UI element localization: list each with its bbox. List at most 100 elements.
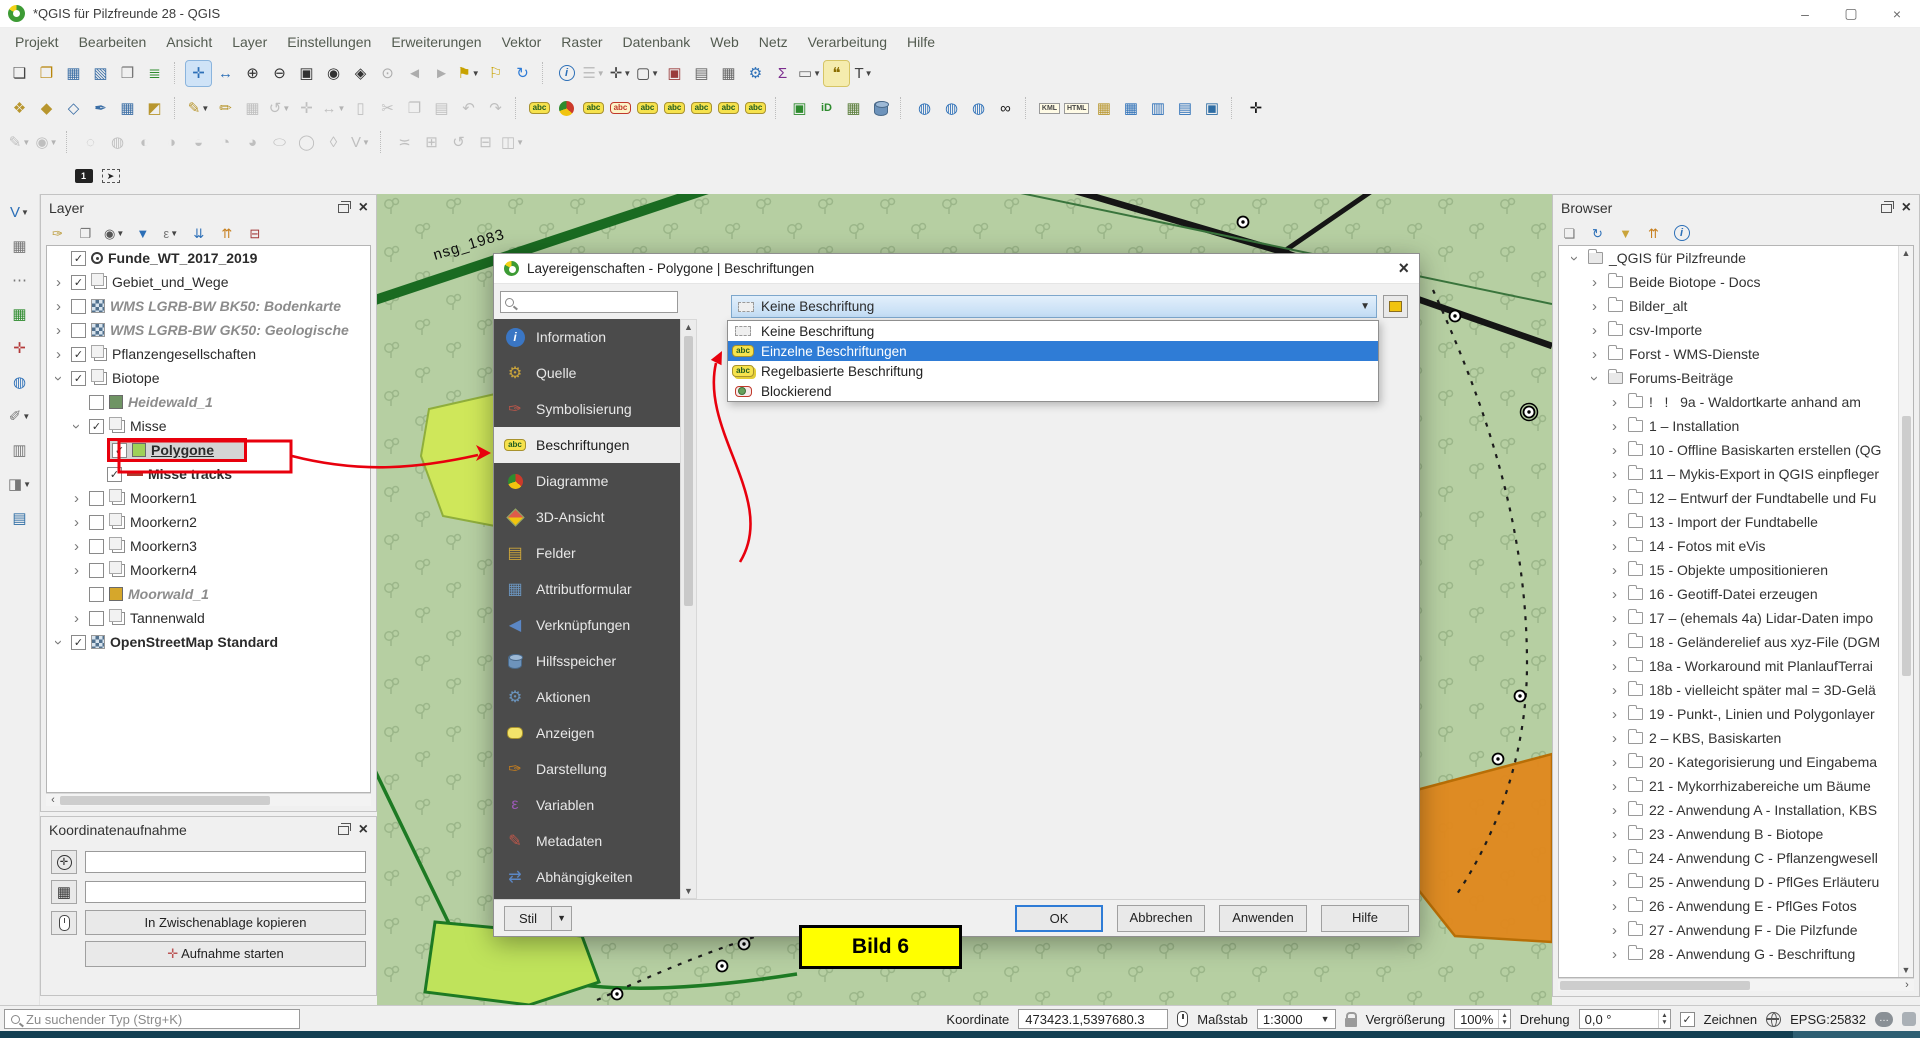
dropdown-option-einzelne-beschriftungen[interactable]: abcEinzelne Beschriftungen bbox=[728, 341, 1378, 361]
dropdown-option-keine-beschriftung[interactable]: Keine Beschriftung bbox=[728, 321, 1378, 341]
expander-icon[interactable]: › bbox=[69, 610, 84, 627]
expander-icon[interactable]: › bbox=[1607, 634, 1622, 651]
crs-selector-button[interactable]: ✛ bbox=[51, 850, 77, 874]
expander-icon[interactable]: › bbox=[1607, 922, 1622, 939]
expander-icon[interactable]: › bbox=[50, 635, 67, 650]
save-project-as-icon[interactable]: ▧ bbox=[88, 61, 113, 86]
menu-web[interactable]: Web bbox=[701, 30, 748, 54]
block-grid-tool-icon[interactable]: ▦ bbox=[7, 234, 32, 259]
menu-layer[interactable]: Layer bbox=[223, 30, 276, 54]
layer-visibility-checkbox[interactable] bbox=[112, 443, 127, 458]
layer-item-wms-lgrb-bw-bk50-bodenkarte[interactable]: ›WMS LGRB-BW BK50: Bodenkarte bbox=[47, 294, 370, 318]
browser-item[interactable]: ›24 - Anwendung C - Pflanzengwesell bbox=[1559, 846, 1913, 870]
new-project-icon[interactable]: ❏ bbox=[7, 61, 32, 86]
layer-visibility-checkbox[interactable] bbox=[89, 563, 104, 578]
ellipse-extent-icon[interactable]: ◑ bbox=[159, 130, 184, 155]
text-annotation-icon[interactable]: T▼ bbox=[851, 61, 876, 86]
id-editor-icon[interactable]: iD bbox=[814, 96, 839, 121]
expander-icon[interactable]: › bbox=[1607, 850, 1622, 867]
expander-icon[interactable]: › bbox=[50, 371, 67, 386]
layer-tree-hscrollbar[interactable]: ‹ bbox=[46, 793, 371, 806]
redo-icon[interactable]: ↷ bbox=[483, 96, 508, 121]
layer-visibility-checkbox[interactable] bbox=[71, 275, 86, 290]
expander-icon[interactable]: › bbox=[1607, 466, 1622, 483]
abbrechen-button[interactable]: Abbrechen bbox=[1117, 905, 1205, 932]
browser-item[interactable]: ›1 – Installation bbox=[1559, 414, 1913, 438]
rotate-feature-icon[interactable]: ↺ bbox=[446, 130, 471, 155]
browser-item[interactable]: ›28 - Anwendung G - Beschriftung bbox=[1559, 942, 1913, 966]
circle-center-icon[interactable]: ◐ bbox=[132, 130, 157, 155]
anwenden-button[interactable]: Anwenden bbox=[1219, 905, 1307, 932]
browser-item[interactable]: ›18 - Geländerelief aus xyz-File (DGM bbox=[1559, 630, 1913, 654]
layer-labeling-icon[interactable]: abc bbox=[527, 96, 552, 121]
current-edits-icon[interactable]: ✎▼ bbox=[186, 96, 211, 121]
layer-diagram-icon[interactable] bbox=[554, 96, 579, 121]
expander-icon[interactable]: › bbox=[51, 298, 66, 315]
expander-icon[interactable]: › bbox=[1607, 874, 1622, 891]
expand-all-icon[interactable]: ⇊ bbox=[189, 224, 208, 243]
add-feature-icon[interactable]: ✛ bbox=[294, 96, 319, 121]
layer-item-openstreetmap-standard[interactable]: ›OpenStreetMap Standard bbox=[47, 630, 370, 654]
style-button[interactable]: Stil ▼ bbox=[504, 906, 572, 931]
statistics-sum-icon[interactable]: Σ bbox=[770, 61, 795, 86]
dropdown-option-regelbasierte-beschriftung[interactable]: abcRegelbasierte Beschriftung bbox=[728, 361, 1378, 381]
messages-icon[interactable]: … bbox=[1875, 1012, 1893, 1027]
checker-plugin-icon[interactable]: ▣ bbox=[787, 96, 812, 121]
expander-icon[interactable]: › bbox=[1607, 514, 1622, 531]
browser-item[interactable]: ›22 - Anwendung A - Installation, KBS bbox=[1559, 798, 1913, 822]
layer-panel-close-icon[interactable]: × bbox=[359, 200, 368, 216]
cut-features-icon[interactable]: ✂ bbox=[375, 96, 400, 121]
add-spatialite-layer-icon[interactable]: ✒ bbox=[88, 96, 113, 121]
globe-tool-icon[interactable]: ◍ bbox=[7, 370, 32, 395]
browser-item[interactable]: ›18b - vielleicht später mal = 3D-Gelä bbox=[1559, 678, 1913, 702]
table-grid-tool-icon[interactable]: ▤ bbox=[1172, 96, 1197, 121]
layer-item-misse-tracks[interactable]: Misse tracks bbox=[47, 462, 370, 486]
run-feature-action-icon[interactable]: ☰▼ bbox=[581, 61, 606, 86]
vertex-tool-icon[interactable]: V▼ bbox=[348, 130, 373, 155]
browser-vscrollbar[interactable]: ▲ ▼ bbox=[1898, 246, 1913, 977]
browser-item[interactable]: ›Bilder_alt bbox=[1559, 294, 1913, 318]
dialog-tab-3d-ansicht[interactable]: 3D-Ansicht bbox=[494, 499, 680, 535]
layer-visibility-checkbox[interactable] bbox=[89, 515, 104, 530]
dialog-tab-diagramme[interactable]: Diagramme bbox=[494, 463, 680, 499]
filter-legend-icon[interactable]: ▼ bbox=[133, 224, 152, 243]
circle-3points-icon[interactable]: ◍ bbox=[105, 130, 130, 155]
layer-item-moorkern1[interactable]: ›Moorkern1 bbox=[47, 486, 370, 510]
layer-visibility-checkbox[interactable] bbox=[71, 347, 86, 362]
expander-icon[interactable]: › bbox=[1586, 371, 1603, 386]
undo-icon[interactable]: ↶ bbox=[456, 96, 481, 121]
menu-verarbeitung[interactable]: Verarbeitung bbox=[799, 30, 896, 54]
browser-panel-float-icon[interactable] bbox=[1881, 204, 1892, 213]
expander-icon[interactable]: › bbox=[68, 419, 85, 434]
select-features-icon[interactable]: ✛▼ bbox=[608, 61, 633, 86]
layer-item-moorwald-1[interactable]: Moorwald_1 bbox=[47, 582, 370, 606]
layer-item-wms-lgrb-bw-gk50-geologische[interactable]: ›WMS LGRB-BW GK50: Geologische bbox=[47, 318, 370, 342]
mouse-extent-icon[interactable] bbox=[1177, 1011, 1188, 1027]
browser-hscrollbar[interactable]: › bbox=[1558, 978, 1914, 991]
zoom-last-icon[interactable]: ◄ bbox=[402, 61, 427, 86]
advanced-digitize-pen-icon[interactable]: ✎▼ bbox=[7, 130, 32, 155]
layer-item-moorkern2[interactable]: ›Moorkern2 bbox=[47, 510, 370, 534]
blue-table-tool-icon[interactable]: ▤ bbox=[7, 506, 32, 531]
layer-visibility-checkbox[interactable] bbox=[71, 251, 86, 266]
new-bookmark-icon[interactable]: ⚑▼ bbox=[456, 61, 481, 86]
browser-item[interactable]: ›Forst - WMS-Dienste bbox=[1559, 342, 1913, 366]
filter-browser-icon[interactable]: ▼ bbox=[1616, 224, 1635, 243]
rotation-spinner[interactable]: 0,0 °▲▼ bbox=[1579, 1009, 1671, 1029]
menu-projekt[interactable]: Projekt bbox=[6, 30, 68, 54]
expander-icon[interactable]: › bbox=[1607, 754, 1622, 771]
kml-tools-icon[interactable]: KML bbox=[1037, 96, 1062, 121]
rotate-label-icon[interactable]: abc bbox=[716, 96, 741, 121]
grid-tool-yellow-icon[interactable]: ▦ bbox=[1091, 96, 1116, 121]
html-tools-icon[interactable]: HTML bbox=[1064, 96, 1089, 121]
data-defined-style-button[interactable] bbox=[1383, 295, 1408, 318]
green-grid-tool-icon[interactable]: ▦ bbox=[7, 302, 32, 327]
crs-globe-icon[interactable] bbox=[1766, 1012, 1781, 1027]
browser-panel-close-icon[interactable]: × bbox=[1902, 200, 1911, 216]
zoom-in-icon[interactable]: ⊕ bbox=[240, 61, 265, 86]
browser-item[interactable]: ›23 - Anwendung B - Biotope bbox=[1559, 822, 1913, 846]
copy-to-clipboard-button[interactable]: In Zwischenablage kopieren bbox=[85, 910, 366, 935]
new-print-layout-icon[interactable]: ❒ bbox=[115, 61, 140, 86]
dialog-tab-metadaten[interactable]: ✎Metadaten bbox=[494, 823, 680, 859]
ellipse-tool-icon[interactable]: ⬭ bbox=[267, 130, 292, 155]
